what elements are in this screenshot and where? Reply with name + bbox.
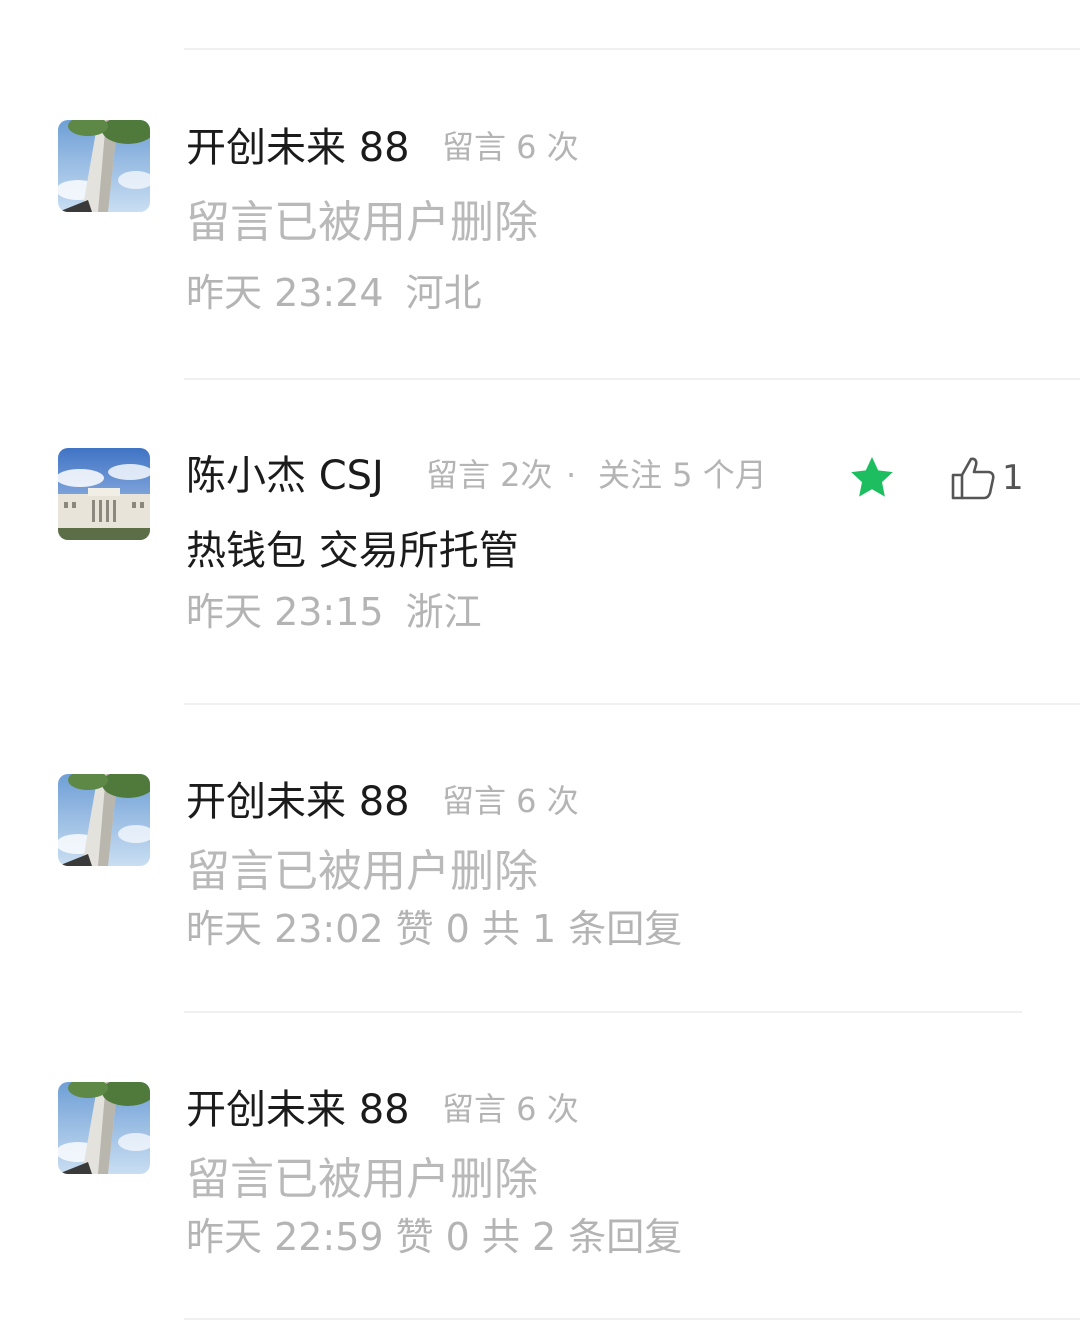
comment-content: 留言已被用户删除 [186,846,538,897]
reply-count-link[interactable]: 共 2 条回复 [482,1215,682,1259]
divider [184,378,1080,380]
tree-photo-avatar-icon [58,1082,150,1174]
comment-time: 昨天 23:02 [186,907,384,951]
building-photo-avatar-icon [58,448,150,540]
comment-location: 浙江 [405,590,482,634]
comment-footer: 昨天 23:02 赞 0 共 1 条回复 [186,910,704,948]
comment-content: 留言已被用户删除 [186,1154,538,1205]
comment-count: 留言 2次 [426,456,553,494]
thumbs-up-icon [951,457,995,500]
comment-count: 留言 6 次 [442,1090,579,1128]
comment-content: 留言已被用户删除 [186,197,538,248]
comment-footer: 昨天 22:59 赞 0 共 2 条回复 [186,1218,704,1256]
commenter-name[interactable]: 陈小杰 CSJ [186,456,384,496]
commenter-name[interactable]: 开创未来 88 [186,1090,410,1130]
star-icon[interactable] [848,454,896,502]
divider [184,48,1080,50]
commenter-name[interactable]: 开创未来 88 [186,782,410,822]
reply-count-link[interactable]: 共 1 条回复 [482,907,682,951]
comment-time: 昨天 22:59 [186,1215,384,1259]
comment-location: 河北 [405,271,482,315]
like-count-text: 赞 0 [395,1215,470,1259]
divider [184,1318,1080,1320]
comment-footer: 昨天 23:15 浙江 [186,593,504,631]
comment-time: 昨天 23:15 [186,590,384,634]
tree-photo-avatar-icon [58,120,150,212]
tree-photo-avatar-icon [58,774,150,866]
avatar[interactable] [58,1082,150,1174]
like-count-text: 赞 0 [395,907,470,951]
comment-count: 留言 6 次 [442,128,579,166]
comment-content: 热钱包 交易所托管 [186,528,519,574]
separator-dot: · [566,456,577,494]
avatar[interactable] [58,120,150,212]
commenter-name[interactable]: 开创未来 88 [186,128,410,168]
like-count: 1 [1002,458,1024,498]
divider [184,1011,1022,1013]
comment-time: 昨天 23:24 [186,271,384,315]
follow-duration: 关注 5 个月 [598,456,767,494]
avatar[interactable] [58,448,150,540]
divider [184,703,1080,705]
like-button[interactable]: 1 [950,454,1024,502]
avatar[interactable] [58,774,150,866]
comment-count: 留言 6 次 [442,782,579,820]
comment-footer: 昨天 23:24 河北 [186,274,504,312]
